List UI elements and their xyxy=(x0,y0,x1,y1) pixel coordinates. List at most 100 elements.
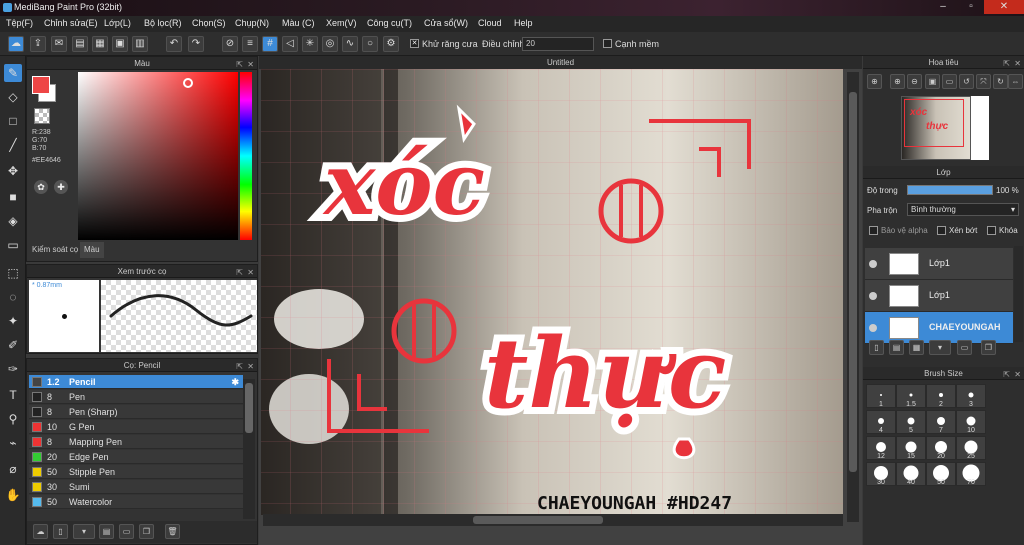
eraser-tool-icon[interactable]: ◇ xyxy=(4,88,22,106)
line-tool-icon[interactable]: ╱ xyxy=(4,136,22,154)
close-button[interactable]: ✕ xyxy=(984,0,1024,14)
brush-size-option[interactable]: 7 xyxy=(926,410,956,434)
brush-size-option[interactable]: 4 xyxy=(866,410,896,434)
share-icon[interactable]: ⇪ xyxy=(30,36,46,52)
eyedropper-tool-icon[interactable]: ⌁ xyxy=(4,434,22,452)
scrollbar-thumb[interactable] xyxy=(245,383,253,433)
menu-capture[interactable]: Chụp(N) xyxy=(235,18,269,28)
panel-close-icon[interactable]: ✕ xyxy=(1014,368,1021,381)
menu-help[interactable]: Help xyxy=(514,18,533,28)
panel-close-icon[interactable]: ✕ xyxy=(247,360,254,373)
brush-row[interactable]: 8 Mapping Pen xyxy=(29,435,243,449)
maximize-button[interactable]: ▫ xyxy=(958,0,984,14)
eyedropper2-tool-icon[interactable]: ⌀ xyxy=(4,460,22,478)
minimize-button[interactable]: – xyxy=(930,0,956,14)
panel-popout-icon[interactable]: ⇱ xyxy=(236,360,243,373)
select-rect-tool-icon[interactable]: ⬚ xyxy=(4,264,22,282)
rotate-right-icon[interactable]: ↻ xyxy=(993,74,1008,89)
menu-color[interactable]: Màu (C) xyxy=(282,18,315,28)
layer-row[interactable]: Lớp1 xyxy=(865,280,1013,312)
layer-scrollbar[interactable] xyxy=(1014,246,1023,342)
opacity-slider[interactable] xyxy=(907,185,993,195)
gradient-tool-icon[interactable]: ▭ xyxy=(4,236,22,254)
blend-mode-select[interactable]: Bình thường ▾ xyxy=(907,203,1019,216)
radial-snap-icon[interactable]: ✳ xyxy=(302,36,318,52)
operation-tool-icon[interactable]: ⚲ xyxy=(4,410,22,428)
adjust-select[interactable]: 20 xyxy=(522,37,594,51)
menu-filter[interactable]: Bộ lọc(R) xyxy=(144,18,182,28)
no-snap-icon[interactable]: ⊘ xyxy=(222,36,238,52)
menu-select[interactable]: Chọn(S) xyxy=(192,18,226,28)
brush-size-option[interactable]: 12 xyxy=(866,436,896,460)
grid-icon[interactable]: ▥ xyxy=(132,36,148,52)
clipping-checkbox[interactable] xyxy=(937,226,946,235)
menu-tools[interactable]: Công cụ(T) xyxy=(367,18,412,28)
transparent-color-swatch[interactable] xyxy=(34,108,50,124)
foreground-color-swatch[interactable] xyxy=(32,76,50,94)
panel-popout-icon[interactable]: ⇱ xyxy=(1003,368,1010,381)
saturation-value-picker[interactable] xyxy=(78,72,238,240)
scrollbar-thumb[interactable] xyxy=(473,516,603,524)
canvas-vertical-scrollbar[interactable] xyxy=(847,72,859,522)
select-eraser-tool-icon[interactable]: ✑ xyxy=(4,360,22,378)
duplicate-layer-icon[interactable]: ❐ xyxy=(981,340,996,355)
color-picker-cursor[interactable] xyxy=(183,78,193,88)
menu-cloud[interactable]: Cloud xyxy=(478,18,502,28)
lasso-tool-icon[interactable]: ◌ xyxy=(4,288,22,306)
panel-icon[interactable]: ▤ xyxy=(72,36,88,52)
brush-size-option[interactable]: 2 xyxy=(926,384,956,408)
visibility-icon[interactable] xyxy=(869,260,877,268)
new-8bit-layer-icon[interactable]: ▦ xyxy=(909,340,924,355)
document-icon[interactable]: ▦ xyxy=(92,36,108,52)
brush-size-option[interactable]: 40 xyxy=(896,462,926,486)
fill-rect-tool-icon[interactable]: ■ xyxy=(4,188,22,206)
brush-size-option[interactable]: 1.5 xyxy=(896,384,926,408)
palette-add-icon[interactable]: ✚ xyxy=(54,180,68,194)
antialias-checkbox[interactable]: ✕ xyxy=(410,39,419,48)
panel-close-icon[interactable]: ✕ xyxy=(247,266,254,279)
brush-size-option[interactable]: 1 xyxy=(866,384,896,408)
menu-window[interactable]: Cửa sổ(W) xyxy=(424,18,468,28)
layer-row[interactable]: Lớp1 xyxy=(865,248,1013,280)
zoom-out-icon[interactable]: ⊖ xyxy=(907,74,922,89)
brush-settings-icon[interactable]: ▤ xyxy=(99,524,114,539)
lock-checkbox[interactable] xyxy=(987,226,996,235)
visibility-icon[interactable] xyxy=(869,292,877,300)
redo-icon[interactable]: ↷ xyxy=(188,36,204,52)
brush-add-dropdown-icon[interactable]: ▾ xyxy=(73,524,95,539)
brush-row[interactable]: 8 Pen (Sharp) xyxy=(29,405,243,419)
hue-slider[interactable] xyxy=(240,72,252,240)
scrollbar-thumb[interactable] xyxy=(849,92,857,472)
move-tool-icon[interactable]: ✥ xyxy=(4,162,22,180)
rotate-left-icon[interactable]: ↺ xyxy=(959,74,974,89)
brush-size-option[interactable]: 50 xyxy=(926,462,956,486)
canvas-artwork[interactable]: xóc thực CHAEYOUNGAH #HD247 xyxy=(259,69,862,545)
settings-icon[interactable]: ⚙ xyxy=(383,36,399,52)
brush-size-option[interactable]: 15 xyxy=(896,436,926,460)
menu-file[interactable]: Tệp(F) xyxy=(6,18,33,28)
layer-add-dropdown-icon[interactable]: ▾ xyxy=(929,340,951,355)
menu-layer[interactable]: Lớp(L) xyxy=(104,18,131,28)
brush-size-option[interactable]: 30 xyxy=(866,462,896,486)
brush-row[interactable]: 20 Edge Pen xyxy=(29,450,243,464)
curve-snap-icon[interactable]: ∿ xyxy=(342,36,358,52)
text-tool-icon[interactable]: T xyxy=(4,386,22,404)
parallel-snap-icon[interactable]: ≡ xyxy=(242,36,258,52)
actual-size-icon[interactable]: ▭ xyxy=(942,74,957,89)
menu-view[interactable]: Xem(V) xyxy=(326,18,357,28)
brush-row[interactable]: 50 Watercolor xyxy=(29,495,243,509)
visibility-icon[interactable] xyxy=(869,324,877,332)
tab-brush-control[interactable]: Kiểm soát cọ xyxy=(28,242,83,258)
brush-size-option[interactable]: 5 xyxy=(896,410,926,434)
folder-icon[interactable]: ▭ xyxy=(119,524,134,539)
layout-icon[interactable]: ▣ xyxy=(112,36,128,52)
canvas-horizontal-scrollbar[interactable] xyxy=(263,514,843,526)
brush-row[interactable]: 8 Pen xyxy=(29,390,243,404)
duplicate-brush-icon[interactable]: ❐ xyxy=(139,524,154,539)
cloud-brush-icon[interactable]: ☁ xyxy=(33,524,48,539)
reset-rotation-icon[interactable]: ⤧ xyxy=(976,74,991,89)
circle-snap-icon[interactable]: ◎ xyxy=(322,36,338,52)
panel-close-icon[interactable]: ✕ xyxy=(1014,57,1021,70)
brush-size-option[interactable]: 70 xyxy=(956,462,986,486)
panel-close-icon[interactable]: ✕ xyxy=(247,58,254,71)
